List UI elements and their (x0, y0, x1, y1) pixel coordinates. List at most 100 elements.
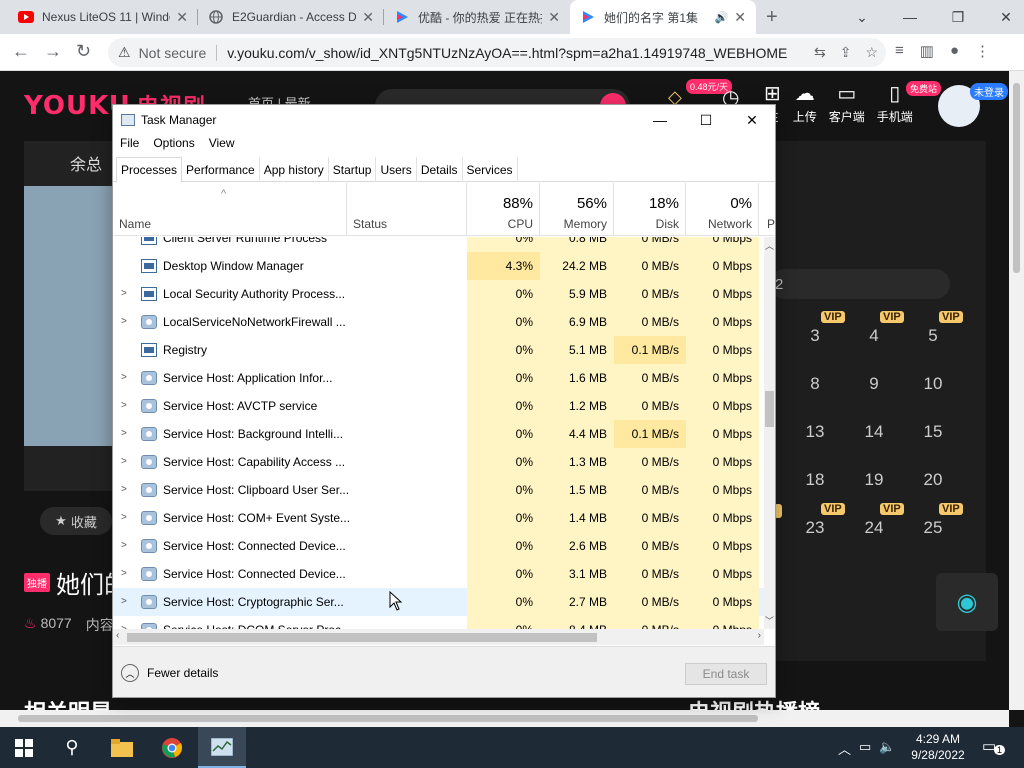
page-horizontal-scrollbar[interactable] (0, 710, 1009, 727)
col-status[interactable]: Status (347, 183, 467, 236)
task-manager-titlebar[interactable]: Task Manager — ☐ ✕ (113, 105, 775, 135)
episode-button[interactable]: 5 (913, 326, 953, 346)
scroll-down-arrow-icon[interactable]: ﹀ (765, 614, 774, 627)
volume-icon[interactable]: 🔈 (879, 739, 895, 758)
tab-processes[interactable]: Processes (116, 157, 183, 183)
speaker-icon[interactable]: 🔊 (715, 11, 729, 24)
process-row[interactable]: > Service Host: COM+ Event Syste... 0% 1.4 … (113, 504, 764, 532)
fewer-details-button[interactable]: ︿ Fewer details (121, 664, 218, 682)
favorite-button[interactable]: ★ 收藏 (40, 507, 112, 535)
floating-assistant-button[interactable]: ◉ (936, 573, 998, 631)
episode-button[interactable]: 23 (795, 518, 835, 538)
expand-chevron-icon[interactable]: > (121, 568, 127, 579)
close-tab-icon[interactable]: ✕ (734, 9, 746, 26)
scroll-thumb[interactable] (765, 391, 774, 427)
media-control-icon[interactable]: ≡ (895, 42, 904, 60)
expand-chevron-icon[interactable]: > (121, 288, 127, 299)
taskbar-clock[interactable]: 4:29 AM 9/28/2022 (900, 731, 976, 763)
episode-button[interactable]: 13 (795, 422, 835, 442)
episode-range-bar[interactable] (770, 269, 950, 299)
browser-tab-3[interactable]: 优酷 - 你的热爱 正在热播 ✕ (384, 0, 570, 34)
episode-button[interactable]: 20 (913, 470, 953, 490)
col-name[interactable]: ^ Name (113, 183, 347, 236)
process-list-vertical-scrollbar[interactable]: ︿ ﹀ (764, 237, 775, 629)
new-tab-button[interactable]: + (766, 6, 778, 29)
expand-chevron-icon[interactable]: > (121, 400, 127, 411)
episode-button[interactable]: 9 (854, 374, 894, 394)
process-row[interactable]: > Local Security Authority Process... 0% 5.… (113, 280, 764, 308)
chrome-icon[interactable] (148, 727, 196, 768)
expand-chevron-icon[interactable]: > (121, 316, 127, 327)
forward-button[interactable]: → (44, 41, 62, 62)
notification-center-icon[interactable]: ▭ 1 (982, 737, 1006, 757)
tab-details[interactable]: Details (417, 157, 463, 182)
tab-users[interactable]: Users (376, 157, 417, 182)
scroll-left-arrow-icon[interactable]: ‹ (116, 630, 119, 641)
process-row[interactable]: > Service Host: Clipboard User Ser... 0% 1.… (113, 476, 764, 504)
minimize-button[interactable]: — (637, 105, 683, 135)
episode-button[interactable]: 25 (913, 518, 953, 538)
header-action-mobile[interactable]: ▯ 手机端 (877, 81, 913, 125)
scroll-right-arrow-icon[interactable]: › (758, 630, 761, 641)
process-row[interactable]: > Service Host: AVCTP service 0% 1.2 MB 0 MB… (113, 392, 764, 420)
url-text[interactable]: v.youku.com/v_show/id_XNTg5NTUzNzAyOA==.… (227, 45, 787, 61)
minimize-button[interactable]: — (886, 0, 934, 34)
col-power[interactable]: P (759, 183, 775, 236)
chevron-up-icon[interactable]: ︿ (838, 739, 851, 758)
back-button[interactable]: ← (12, 41, 30, 62)
browser-tab-4[interactable]: 她们的名字 第1集 🔊 ✕ (570, 0, 756, 34)
task-manager-taskbar-icon[interactable] (198, 727, 246, 768)
scroll-thumb[interactable] (1013, 83, 1020, 273)
header-action-client[interactable]: ▭ 客户端 (829, 81, 865, 125)
menu-file[interactable]: File (120, 136, 139, 150)
expand-chevron-icon[interactable]: > (121, 512, 127, 523)
process-row[interactable]: Desktop Window Manager 4.3% 24.2 MB 0 MB/s 0… (113, 252, 764, 280)
expand-chevron-icon[interactable]: > (121, 428, 127, 439)
process-row[interactable]: Registry 0% 5.1 MB 0.1 MB/s 0 Mbps (113, 336, 764, 364)
process-list-horizontal-scrollbar[interactable]: ‹ › (113, 629, 764, 645)
close-button[interactable]: ✕ (729, 105, 775, 135)
episode-button[interactable]: 8 (795, 374, 835, 394)
share-icon[interactable]: ⇪ (840, 44, 852, 61)
episode-button[interactable]: 18 (795, 470, 835, 490)
tab-performance[interactable]: Performance (182, 157, 260, 182)
scroll-thumb[interactable] (18, 715, 758, 722)
network-icon[interactable]: ▭ (859, 739, 871, 758)
tab-search-icon[interactable]: ⌄ (838, 0, 886, 34)
expand-chevron-icon[interactable]: > (121, 540, 127, 551)
end-task-button[interactable]: End task (685, 663, 767, 685)
browser-tab-2[interactable]: E2Guardian - Access Denied ✕ (198, 0, 384, 34)
tab-app-history[interactable]: App history (260, 157, 329, 182)
menu-kebab-icon[interactable]: ⋮ (975, 42, 990, 60)
file-explorer-icon[interactable] (98, 727, 146, 768)
search-icon[interactable]: ⚲ (48, 727, 96, 768)
episode-button[interactable]: 15 (913, 422, 953, 442)
col-memory[interactable]: 56% Memory (540, 183, 614, 236)
start-button[interactable] (0, 727, 48, 768)
process-row[interactable]: > Service Host: Capability Access ... 0% 1.… (113, 448, 764, 476)
page-vertical-scrollbar[interactable] (1009, 71, 1024, 710)
episode-button[interactable]: 14 (854, 422, 894, 442)
reload-button[interactable]: ↻ (76, 41, 91, 62)
tab-startup[interactable]: Startup (329, 157, 377, 182)
process-row[interactable]: Client Server Runtime Process 0% 0.8 MB 0 M… (113, 237, 764, 252)
menu-view[interactable]: View (209, 136, 235, 150)
process-row[interactable]: > Service Host: Application Infor... 0% 1.6… (113, 364, 764, 392)
process-row[interactable]: > Service Host: Connected Device... 0% 3.1 … (113, 560, 764, 588)
episode-button[interactable]: 4 (854, 326, 894, 346)
menu-options[interactable]: Options (153, 136, 194, 150)
maximize-button[interactable]: ☐ (683, 105, 729, 135)
col-cpu[interactable]: 88% CPU (467, 183, 540, 236)
process-row[interactable]: > LocalServiceNoNetworkFirewall ... 0% 6.9 … (113, 308, 764, 336)
translate-icon[interactable]: ⇆ (814, 44, 826, 61)
episode-button[interactable]: 10 (913, 374, 953, 394)
episode-button[interactable]: 19 (854, 470, 894, 490)
bookmark-star-icon[interactable]: ☆ (865, 44, 878, 61)
col-disk[interactable]: 18% Disk (614, 183, 686, 236)
side-panel-icon[interactable]: ▥ (920, 42, 934, 60)
expand-chevron-icon[interactable]: > (121, 484, 127, 495)
episode-button[interactable]: 3 (795, 326, 835, 346)
expand-chevron-icon[interactable]: > (121, 456, 127, 467)
episode-button[interactable]: 24 (854, 518, 894, 538)
login-badge[interactable]: 未登录 (970, 83, 1008, 100)
